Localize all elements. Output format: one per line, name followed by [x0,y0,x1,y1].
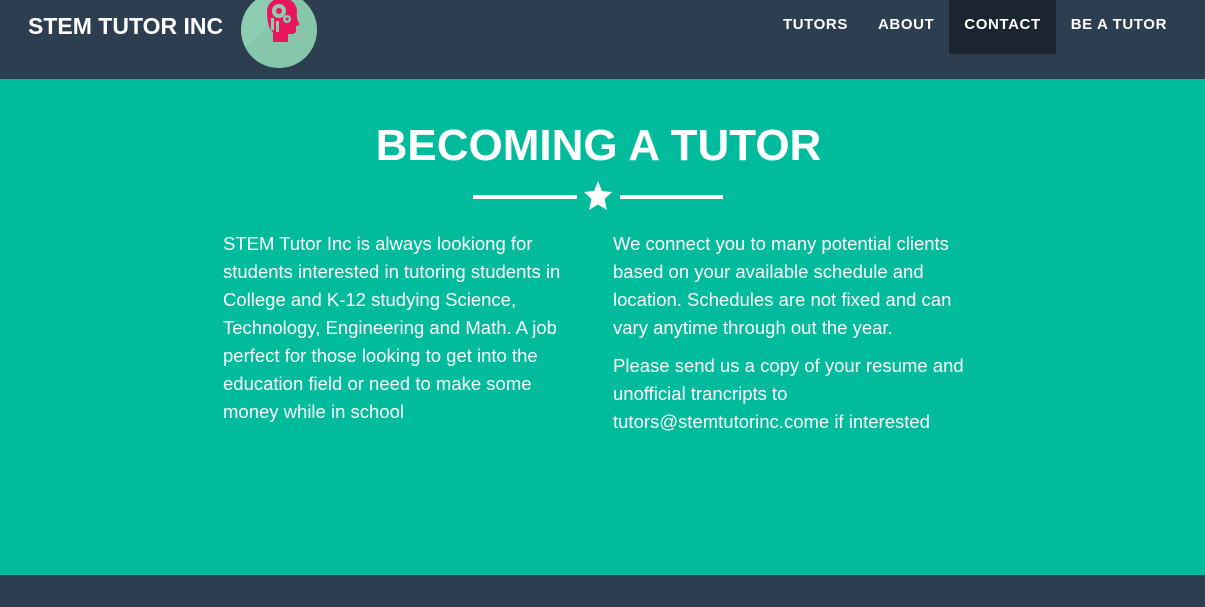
right-paragraph-2: Please send us a copy of your resume and… [613,355,964,432]
main-nav: TUTORS ABOUT CONTACT BE A TUTOR [768,0,1182,54]
right-paragraph-1: We connect you to many potential clients… [613,233,952,338]
brain-head-icon [241,0,317,68]
divider-line-right [620,195,723,199]
navbar: STEM TUTOR INC TUTORS ABOUT CONTACT BE A… [0,0,1205,79]
divider-line-left [473,195,577,199]
section-title: BECOMING A TUTOR [375,121,822,170]
left-column: STEM Tutor Inc is always lookiong for st… [223,230,583,436]
left-paragraph: STEM Tutor Inc is always lookiong for st… [223,233,561,422]
brand-link[interactable]: STEM TUTOR INC [28,12,223,40]
nav-about[interactable]: ABOUT [863,0,949,54]
nav-tutors[interactable]: TUTORS [768,0,863,54]
star-divider [473,180,723,212]
becoming-a-tutor-section: BECOMING A TUTOR STEM Tutor Inc is alway… [0,79,1205,575]
nav-be-a-tutor[interactable]: BE A TUTOR [1056,0,1182,54]
footer [0,575,1205,607]
star-icon [584,181,612,210]
nav-contact[interactable]: CONTACT [949,0,1056,54]
right-column: We connect you to many potential clients… [613,230,973,446]
